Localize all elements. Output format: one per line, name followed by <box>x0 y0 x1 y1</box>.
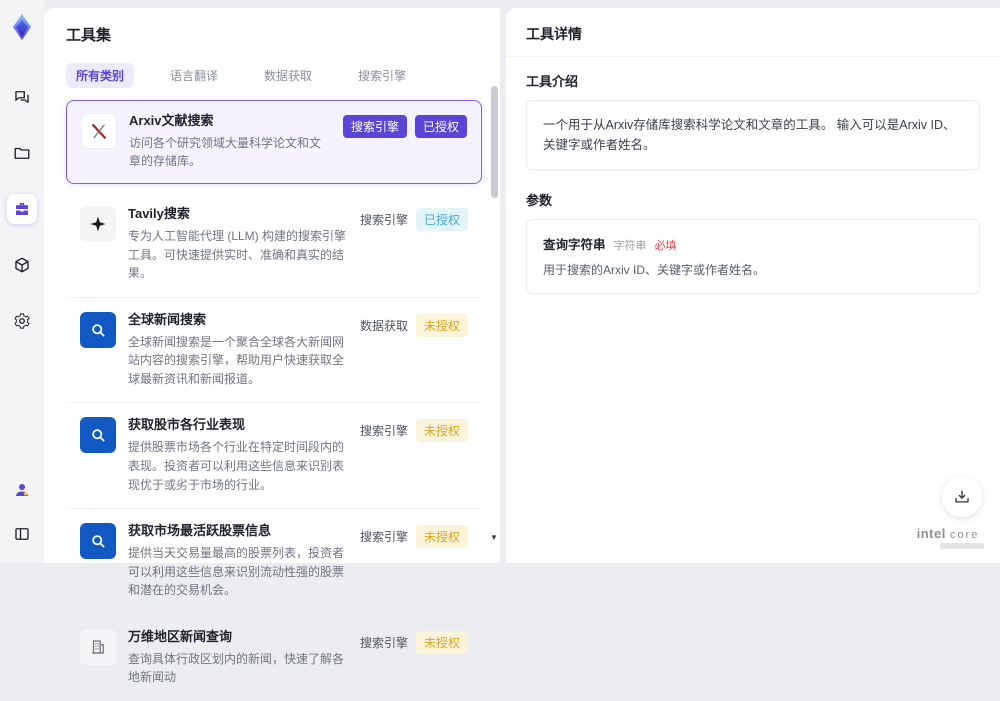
tool-row-global-news[interactable]: 全球新闻搜索 全球新闻搜索是一个聚合全球各大新闻网站内容的搜索引擎，帮助用户快速… <box>66 298 482 404</box>
tool-name: 全球新闻搜索 <box>128 312 348 329</box>
news-search-logo-icon <box>80 312 116 348</box>
category-label: 搜索引擎 <box>360 525 408 545</box>
tool-desc: 查询具体行政区划内的新闻，快速了解各地新闻动 <box>128 650 348 687</box>
user-avatar-button[interactable] <box>7 475 37 505</box>
params-heading: 参数 <box>506 170 1000 219</box>
category-label: 搜索引擎 <box>360 631 408 651</box>
tavily-logo-icon <box>80 206 116 242</box>
page-title: 工具集 <box>66 24 478 45</box>
core-wordmark: core <box>950 529 979 541</box>
nav-files-button[interactable] <box>7 138 37 168</box>
category-tabs: 所有类别 语言翻译 数据获取 搜索引擎 <box>44 55 500 98</box>
gear-icon <box>13 312 31 330</box>
tool-name: 获取股市各行业表现 <box>128 417 348 434</box>
tool-desc: 提供当天交易量最高的股票列表，投资者可以利用这些信息来识别流动性强的股票和潜在的… <box>128 544 348 600</box>
auth-status-badge: 未授权 <box>416 314 468 337</box>
tool-desc: 全球新闻搜索是一个聚合全球各大新闻网站内容的搜索引擎，帮助用户快速获取全球最新资… <box>128 333 348 389</box>
tool-desc: 专为人工智能代理 (LLM) 构建的搜索引擎工具。可快速提供实时、准确和真实的结… <box>128 227 348 283</box>
param-required-flag: 必填 <box>655 237 677 253</box>
nav-models-button[interactable] <box>7 250 37 280</box>
tool-row-tavily[interactable]: Tavily搜索 专为人工智能代理 (LLM) 构建的搜索引擎工具。可快速提供实… <box>66 192 482 298</box>
chat-icon <box>13 88 31 106</box>
tab-data-fetch[interactable]: 数据获取 <box>254 63 322 88</box>
scroll-down-arrow-icon[interactable]: ▼ <box>489 533 499 543</box>
detail-title: 工具详情 <box>526 24 980 44</box>
param-type: 字符串 <box>614 237 647 253</box>
auth-status-badge: 未授权 <box>416 631 468 654</box>
stock-search-logo-icon <box>80 417 116 453</box>
tab-all-categories[interactable]: 所有类别 <box>66 63 134 88</box>
tools-list-panel: 工具集 所有类别 语言翻译 数据获取 搜索引擎 Arxiv文献搜索 访问各个研究… <box>44 8 500 563</box>
intel-wordmark: intel <box>917 526 946 541</box>
param-name: 查询字符串 <box>543 234 606 253</box>
category-badge: 搜索引擎 <box>343 115 407 138</box>
app-logo[interactable] <box>5 10 39 44</box>
scrollbar-track[interactable]: ▼ <box>490 74 498 561</box>
nav-chat-button[interactable] <box>7 82 37 112</box>
intro-box: 一个用于从Arxiv存储库搜索科学论文和文章的工具。 输入可以是Arxiv ID… <box>526 100 980 170</box>
tab-search-engine[interactable]: 搜索引擎 <box>348 63 416 88</box>
scrollbar-thumb[interactable] <box>491 86 498 198</box>
intro-text: 一个用于从Arxiv存储库搜索科学论文和文章的工具。 输入可以是Arxiv ID… <box>543 115 963 155</box>
tool-card-arxiv[interactable]: Arxiv文献搜索 访问各个研究领域大量科学论文和文章的存储库。 搜索引擎 已授… <box>66 100 482 184</box>
tool-name: 万维地区新闻查询 <box>128 629 348 646</box>
tool-list: Arxiv文献搜索 访问各个研究领域大量科学论文和文章的存储库。 搜索引擎 已授… <box>44 98 500 701</box>
auth-status-badge: 未授权 <box>416 419 468 442</box>
tool-desc: 访问各个研究领域大量科学论文和文章的存储库。 <box>129 134 331 171</box>
tool-desc: 提供股票市场各个行业在特定时间段内的表现。投资者可以利用这些信息来识别表现优于或… <box>128 438 348 494</box>
toolbox-icon <box>13 200 31 218</box>
stock-search-logo-icon <box>80 523 116 559</box>
cube-icon <box>13 256 31 274</box>
tool-name: Tavily搜索 <box>128 206 348 223</box>
folder-icon <box>13 144 31 162</box>
download-icon <box>953 488 971 506</box>
param-desc: 用于搜索的Arxiv ID、关键字或作者姓名。 <box>543 261 963 279</box>
nav-settings-button[interactable] <box>7 306 37 336</box>
tool-row-sector-performance[interactable]: 获取股市各行业表现 提供股票市场各个行业在特定时间段内的表现。投资者可以利用这些… <box>66 403 482 509</box>
param-box: 查询字符串 字符串 必填 用于搜索的Arxiv ID、关键字或作者姓名。 <box>526 219 980 294</box>
intro-heading: 工具介绍 <box>506 57 1000 100</box>
download-button[interactable] <box>942 477 982 517</box>
logo-gem-icon <box>7 12 37 42</box>
category-label: 搜索引擎 <box>360 419 408 439</box>
collapse-sidebar-button[interactable] <box>7 519 37 549</box>
intel-core-logo: intel core <box>912 526 984 549</box>
tool-name: 获取市场最活跃股票信息 <box>128 523 348 540</box>
left-rail <box>0 0 44 563</box>
tool-detail-panel: 工具详情 工具介绍 一个用于从Arxiv存储库搜索科学论文和文章的工具。 输入可… <box>506 8 1000 563</box>
nav-tools-button[interactable] <box>7 194 37 224</box>
auth-status-badge: 已授权 <box>416 208 468 231</box>
category-label: 搜索引擎 <box>360 208 408 228</box>
intel-logo-sub-bar <box>940 543 984 549</box>
tab-language-translation[interactable]: 语言翻译 <box>160 63 228 88</box>
user-icon <box>13 481 31 499</box>
panel-layout-icon <box>13 525 31 543</box>
category-label: 数据获取 <box>360 314 408 334</box>
auth-status-badge: 已授权 <box>415 115 467 138</box>
auth-status-badge: 未授权 <box>416 525 468 548</box>
arxiv-logo-icon <box>81 113 117 149</box>
tool-name: Arxiv文献搜索 <box>129 113 331 130</box>
tool-row-regional-news[interactable]: 万维地区新闻查询 查询具体行政区划内的新闻，快速了解各地新闻动 搜索引擎 未授权 <box>66 615 482 701</box>
building-logo-icon <box>80 629 116 665</box>
tool-row-active-stocks[interactable]: 获取市场最活跃股票信息 提供当天交易量最高的股票列表，投资者可以利用这些信息来识… <box>66 509 482 615</box>
